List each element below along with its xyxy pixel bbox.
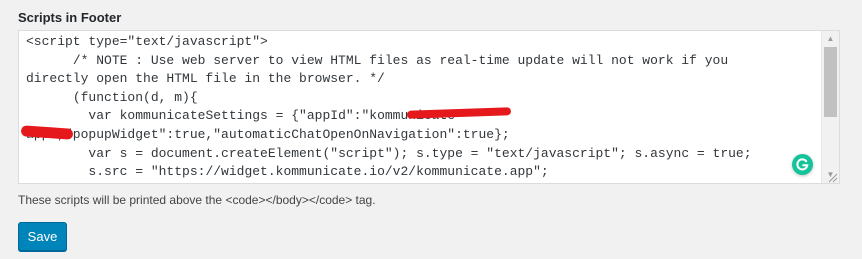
scroll-up-arrow-icon[interactable]: ▲ xyxy=(822,31,839,47)
code-line: /* NOTE : Use web server to view HTML fi… xyxy=(26,52,729,68)
scrollbar-thumb[interactable] xyxy=(824,47,837,117)
code-line: var kommunicateSettings = {"appId":"komm… xyxy=(26,108,463,124)
help-text: These scripts will be printed above the … xyxy=(18,193,376,207)
grammarly-icon[interactable] xyxy=(792,154,813,175)
scripts-footer-textarea[interactable]: <script type="text/javascript"> /* NOTE … xyxy=(18,30,840,184)
code-line: <script type="text/javascript"> xyxy=(26,34,268,49)
code-content[interactable]: <script type="text/javascript"> /* NOTE … xyxy=(26,33,821,182)
code-line: app","popupWidget":true,"automaticChatOp… xyxy=(26,126,510,142)
section-label: Scripts in Footer xyxy=(18,10,122,25)
code-line: (function(d, m){ xyxy=(26,89,198,105)
code-line: directly open the HTML file in the brows… xyxy=(26,71,385,87)
code-line: s.src = "https://widget.kommunicate.io/v… xyxy=(26,164,549,180)
vertical-scrollbar[interactable]: ▲ ▼ xyxy=(821,31,839,183)
save-button[interactable]: Save xyxy=(18,222,67,251)
code-line: var s = document.createElement("script")… xyxy=(26,145,752,161)
resize-handle-icon[interactable] xyxy=(826,170,838,183)
